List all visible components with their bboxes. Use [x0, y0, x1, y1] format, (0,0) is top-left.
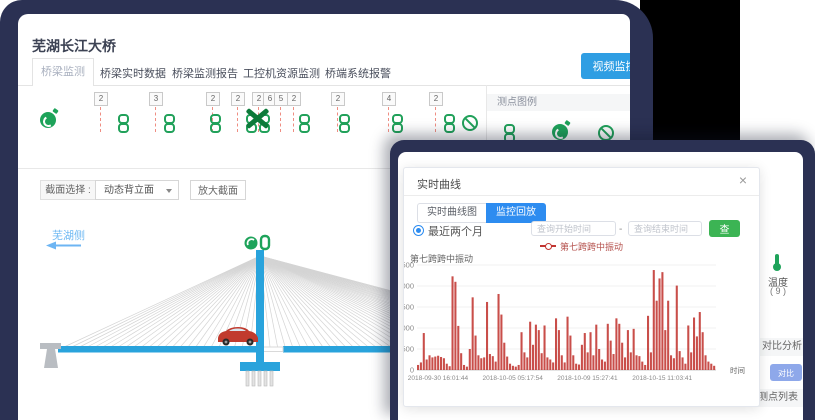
bridge-abutment: [40, 343, 61, 368]
last-two-months-label: 最近两个月: [428, 223, 483, 239]
joint-sensor-icon[interactable]: [392, 114, 403, 133]
maintenance-tools-icon: [242, 108, 272, 130]
sensor-count-badge: 3: [149, 92, 163, 106]
legend-anemometer-icon: [552, 124, 568, 140]
legend-panel-header: 测点图例: [487, 94, 630, 111]
tower-foundation: [240, 362, 280, 386]
joint-sensor-icon[interactable]: [164, 114, 175, 133]
sensor-tie-line: [100, 107, 101, 132]
sensor-count-badge: 2: [331, 92, 345, 106]
enlarge-section-button[interactable]: 放大截面: [190, 180, 246, 200]
sensor-count-badge: 2: [206, 92, 220, 106]
sensor-tie-line: [280, 107, 281, 132]
svg-text:500: 500: [404, 345, 414, 354]
tab-bridge-monitor[interactable]: 桥梁监测: [32, 58, 94, 86]
popup-window-content: 温度 ( 9 ) 对比分析 对比分析 测点列表 实时曲线 × 实时曲线图 监控回…: [398, 152, 803, 420]
joint-sensor-icon[interactable]: [444, 114, 455, 133]
sensor-count-badge: 4: [382, 92, 396, 106]
sensor-tie-line: [337, 107, 338, 132]
tab-realtime-curve-chart[interactable]: 实时曲线图: [417, 203, 487, 223]
dialog-header-divider: [404, 195, 759, 196]
sensor-tie-line: [388, 107, 389, 132]
anemometer-icon[interactable]: [40, 112, 56, 128]
query-end-time-input[interactable]: [628, 221, 702, 236]
section-select-value: 动态背立面: [104, 185, 154, 196]
svg-text:1,500: 1,500: [404, 303, 414, 312]
background-black-region: [640, 0, 740, 146]
joint-sensor-icon[interactable]: [339, 114, 350, 133]
popup-window: 温度 ( 9 ) 对比分析 对比分析 测点列表 实时曲线 × 实时曲线图 监控回…: [390, 140, 815, 420]
svg-text:2,500: 2,500: [404, 261, 414, 270]
realtime-curve-dialog: 实时曲线 × 实时曲线图 监控回放 最近两个月 - 查询 第七跨跨中振动 第七跨…: [403, 167, 760, 407]
joint-sensor-icon[interactable]: [210, 114, 221, 133]
section-select-label: 截面选择 :: [40, 180, 96, 200]
svg-text:2018-10-09 15:27:41: 2018-10-09 15:27:41: [557, 375, 618, 382]
page-title: 芜湖长江大桥: [32, 36, 116, 56]
tab-bridge-monitor-report[interactable]: 桥梁监测报告: [172, 65, 238, 81]
sensor-tie-line: [293, 107, 294, 132]
bridge-tower: [256, 250, 264, 371]
temperature-count: ( 9 ): [762, 286, 794, 296]
section-select-dropdown[interactable]: 动态背立面: [95, 180, 179, 200]
tower-sensor-icons[interactable]: [245, 236, 270, 250]
dialog-title: 实时曲线: [417, 176, 461, 192]
tabbar-divider: [18, 85, 630, 86]
sensor-count-badge: 2: [429, 92, 443, 106]
tab-monitor-playback[interactable]: 监控回放: [486, 203, 546, 223]
svg-text:2018-10-15 11:03:41: 2018-10-15 11:03:41: [632, 375, 692, 382]
legend-disabled-icon: [598, 125, 614, 141]
compare-analysis-button[interactable]: 对比分析: [770, 364, 802, 381]
sensor-tie-line: [237, 107, 238, 132]
svg-text:0: 0: [410, 366, 414, 375]
chart-legend[interactable]: 第七跨跨中振动: [404, 240, 759, 252]
svg-text:2018-09-30 16:01:44: 2018-09-30 16:01:44: [408, 375, 469, 382]
svg-text:时间: 时间: [730, 365, 745, 375]
chevron-down-icon: [166, 189, 172, 193]
legend-marker-icon: [540, 245, 556, 247]
sensor-tie-line: [155, 107, 156, 132]
video-monitor-button[interactable]: 视频监控: [581, 53, 630, 79]
tab-bridge-realtime-data[interactable]: 桥梁实时数据: [100, 65, 166, 81]
tab-ipc-resource-monitor[interactable]: 工控机资源监测: [243, 65, 320, 81]
svg-text:1,000: 1,000: [404, 324, 414, 333]
sensor-count-badge: 2: [287, 92, 301, 106]
svg-text:2,000: 2,000: [404, 282, 414, 291]
joint-sensor-icon[interactable]: [118, 114, 129, 133]
svg-text:2018-10-05 05:17:54: 2018-10-05 05:17:54: [483, 375, 544, 382]
legend-series-label: 第七跨跨中振动: [560, 240, 623, 253]
screen: 芜湖长江大桥 视频监控 桥梁监测 桥梁实时数据 桥梁监测报告 工控机资源监测 桥…: [0, 0, 815, 420]
sensor-count-badge: 2: [231, 92, 245, 106]
tab-bridge-system-alarm[interactable]: 桥端系统报警: [325, 65, 391, 81]
bridge-deck: [58, 346, 263, 353]
close-icon[interactable]: ×: [739, 172, 747, 188]
expansion-joint: [263, 347, 283, 352]
sensor-count-badge: 2: [94, 92, 108, 106]
query-start-time-input[interactable]: [531, 221, 616, 236]
vibration-chart: 0 500 1,000 1,500 2,000 2,500 2018-09-30 16:01…: [404, 258, 756, 398]
disabled-sensor-icon[interactable]: [462, 115, 478, 131]
last-two-months-radio[interactable]: [413, 225, 424, 236]
joint-sensor-icon[interactable]: [299, 114, 310, 133]
query-button[interactable]: 查询: [709, 220, 740, 237]
date-range-separator: -: [619, 224, 622, 235]
sensor-tie-line: [435, 107, 436, 132]
thermometer-icon[interactable]: [775, 254, 779, 266]
sensor-count-badge: 5: [274, 92, 288, 106]
